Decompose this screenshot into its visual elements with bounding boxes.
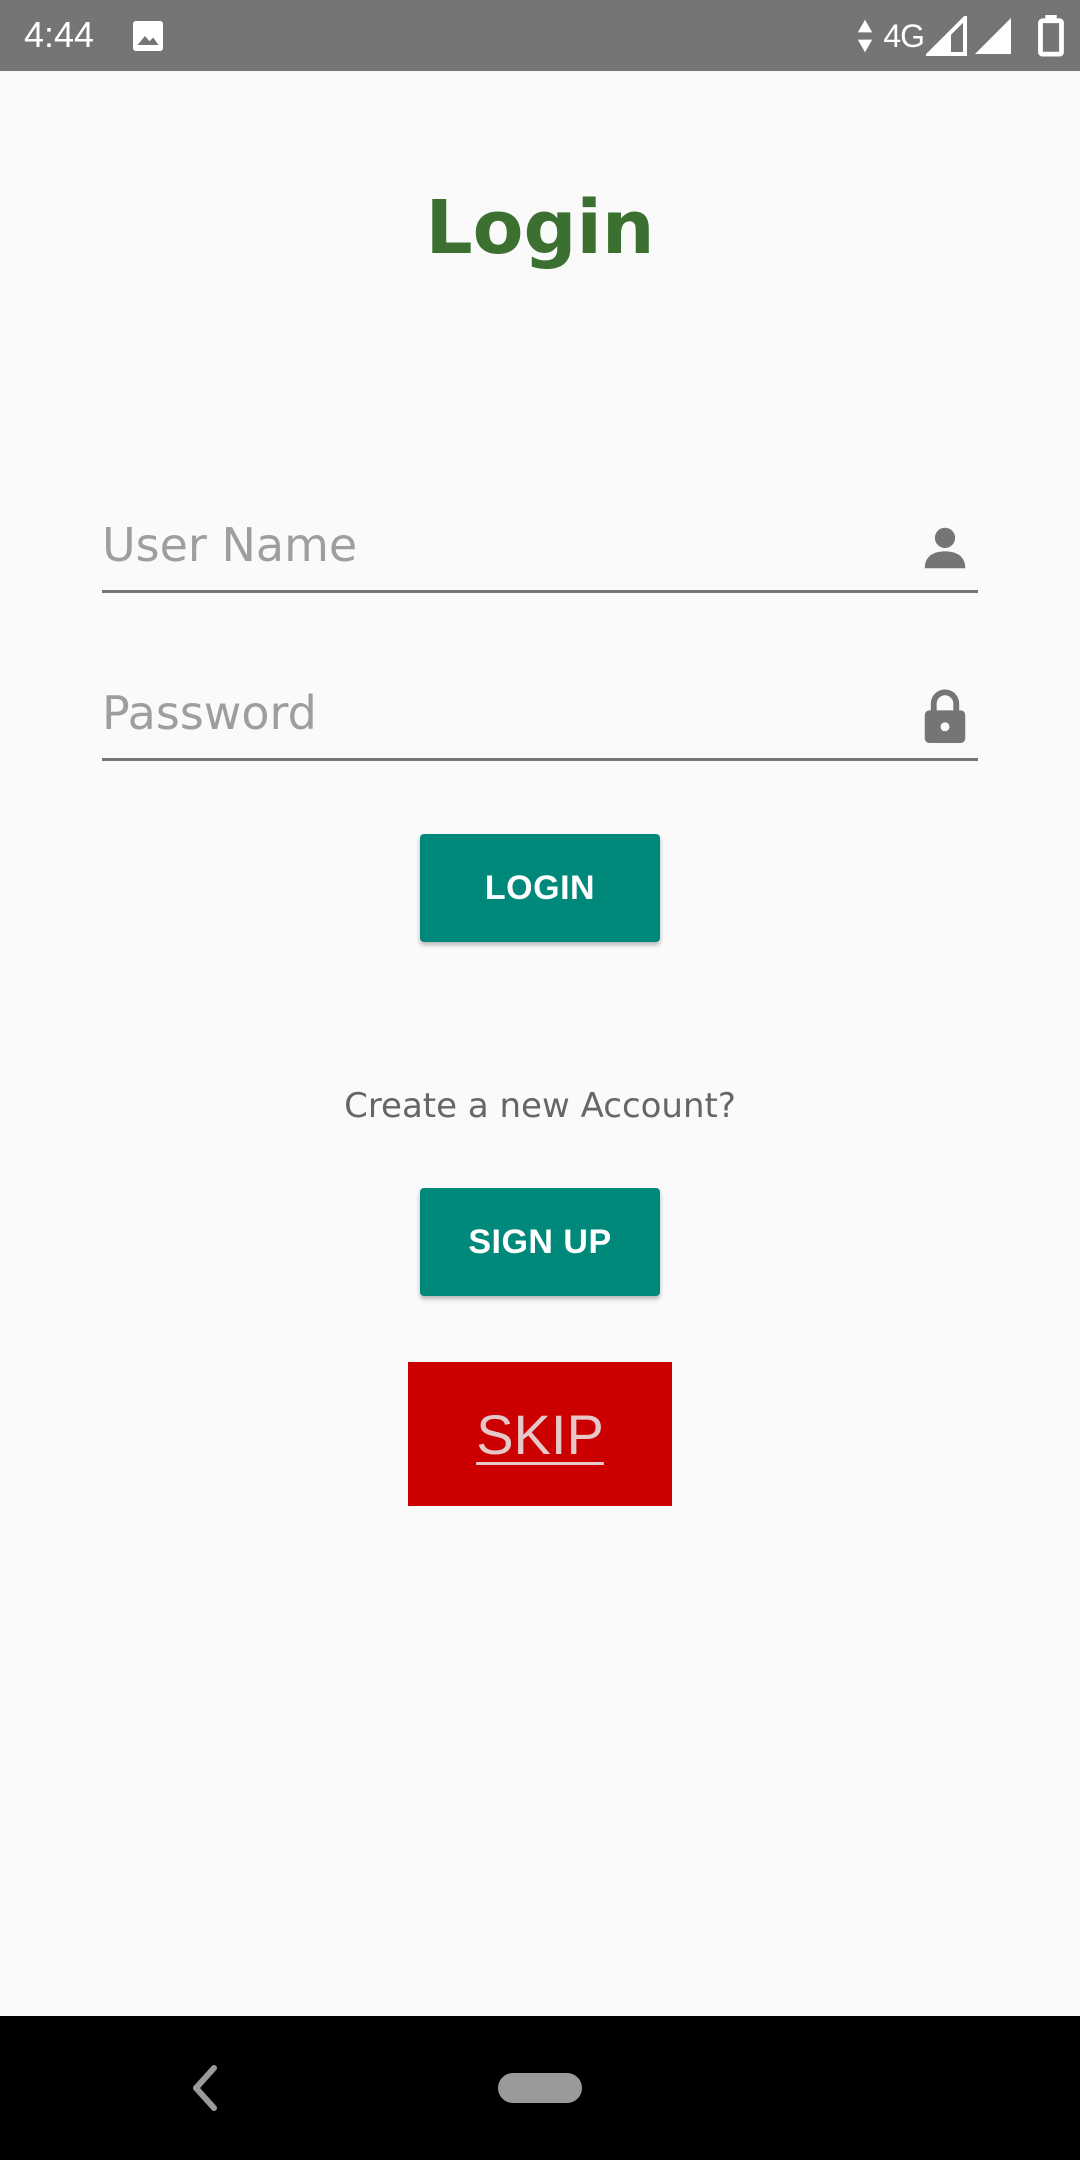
battery-icon [1038,15,1064,57]
person-icon [924,527,966,569]
password-input[interactable] [102,680,882,746]
create-account-text: Create a new Account? [344,1086,736,1126]
network-type: 4G [883,18,925,54]
login-button[interactable]: LOGIN [420,834,660,942]
data-arrows-icon [858,19,873,53]
username-field[interactable] [102,512,978,593]
username-input[interactable] [102,512,882,578]
signup-button[interactable]: SIGN UP [420,1188,660,1296]
skip-button[interactable]: SKIP [408,1362,672,1506]
lock-icon [924,689,966,743]
status-icons: 4G [855,12,1066,60]
page-title: Login [425,185,655,271]
home-pill[interactable] [498,2073,582,2103]
back-icon[interactable] [186,2062,226,2114]
skip-label: SKIP [476,1402,604,1466]
password-field[interactable] [102,680,978,761]
navigation-bar [0,2016,1080,2160]
status-time: 4:44 [24,14,95,55]
image-icon [133,21,163,51]
signal-icon [975,18,1011,54]
signal-icon [926,16,967,56]
status-bar: 4:44 4G [0,0,1080,71]
